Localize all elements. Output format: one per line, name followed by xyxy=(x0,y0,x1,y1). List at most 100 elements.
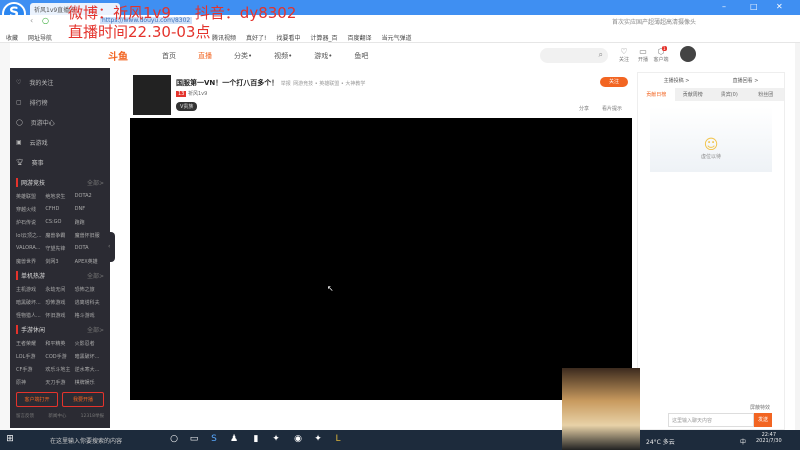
game-link[interactable]: 暗黑破坏... xyxy=(75,353,104,360)
weather[interactable]: 24°C 多云 xyxy=(646,437,675,446)
lol-icon[interactable]: L xyxy=(332,434,344,446)
chat-input[interactable]: 这里输入聊天内容 xyxy=(668,413,754,427)
video-player[interactable] xyxy=(130,118,632,400)
game-link[interactable]: 英雄联盟 xyxy=(16,193,45,200)
see-all-link[interactable]: 全部> xyxy=(87,271,104,280)
nav-yuba[interactable]: 鱼吧 xyxy=(354,51,368,61)
bookmark[interactable]: 计算器_百 xyxy=(310,33,337,42)
game-link[interactable]: 恐怖之旅 xyxy=(75,286,104,293)
game-link[interactable]: LOL手游 xyxy=(16,353,45,360)
tab-vip[interactable]: 贵宾(0) xyxy=(711,88,748,101)
report-tag[interactable]: 举报 xyxy=(281,81,291,87)
room-category[interactable]: 网游竞技 • 英雄联盟 • 大神教学 xyxy=(293,81,365,87)
report-link[interactable]: 12318举报 xyxy=(81,413,104,419)
game-link[interactable]: CS:GO xyxy=(45,219,74,226)
game-link[interactable]: 剑网3 xyxy=(45,258,74,265)
obs-icon[interactable]: ◉ xyxy=(292,434,304,446)
minimize-icon[interactable]: – xyxy=(722,2,726,11)
feedback-link[interactable]: 留言反馈 xyxy=(16,413,34,419)
game-link[interactable]: 怪物猎人... xyxy=(16,312,45,319)
vip-badge[interactable]: V贵族 xyxy=(176,102,198,111)
broadcast-nav[interactable]: ▭ 开播 xyxy=(635,47,651,63)
game-link[interactable]: 暗黑破坏... xyxy=(16,299,45,306)
nav-games[interactable]: 游戏• xyxy=(314,51,332,61)
game-link[interactable]: DOTA xyxy=(75,245,104,252)
bookmark[interactable]: 收藏 xyxy=(6,33,18,42)
game-link[interactable]: 永劫无间 xyxy=(45,286,74,293)
nav-category[interactable]: 分类• xyxy=(234,51,252,61)
block-effects-checkbox[interactable]: 屏蔽特效 xyxy=(750,404,770,411)
bookmark[interactable]: 当元气弹道 xyxy=(382,33,412,42)
site-search-input[interactable]: ⌕ xyxy=(540,48,608,63)
qq-icon[interactable]: ♟ xyxy=(228,434,240,446)
game-link[interactable]: CFHD xyxy=(45,206,74,213)
game-link[interactable]: 恐怖游戏 xyxy=(45,299,74,306)
taskbar-search[interactable]: 在这里输入你要搜索的内容 xyxy=(36,432,160,448)
bookmark[interactable]: 百度翻译 xyxy=(347,33,371,42)
open-client-button[interactable]: 客户端打开 xyxy=(16,392,58,407)
tips-button[interactable]: 看片提示 xyxy=(602,105,622,112)
windows-start-icon[interactable]: ⊞ xyxy=(4,434,16,446)
game-link[interactable]: DNF xyxy=(75,206,104,213)
game-link[interactable]: 逃离塔科夫 xyxy=(75,299,104,306)
sidebar-item-cloudgame[interactable]: ▣ 云游戏 xyxy=(16,132,104,152)
game-link[interactable]: 逆水寒大... xyxy=(75,366,104,373)
sidebar-item-ranking[interactable]: ▢ 排行榜 xyxy=(16,92,104,112)
send-button[interactable]: 发送 xyxy=(754,413,772,427)
game-link[interactable]: 和平精英 xyxy=(45,340,74,347)
cortana-icon[interactable]: ○ xyxy=(168,434,180,446)
browser-search-input[interactable]: 首次实应国产超薄超高清摄像头 xyxy=(612,17,712,26)
search-icon[interactable]: ⌕ xyxy=(599,50,603,60)
game-link[interactable]: 魔兽世界 xyxy=(16,258,45,265)
close-icon[interactable]: ✕ xyxy=(776,2,783,11)
game-link[interactable]: 绝地求生 xyxy=(45,193,74,200)
game-link[interactable]: COD手游 xyxy=(45,353,74,360)
follow-button[interactable]: 关注 xyxy=(600,77,628,87)
clock[interactable]: 22:47 2021/7/30 xyxy=(756,432,782,444)
start-broadcast-button[interactable]: 我要开播 xyxy=(62,392,104,407)
game-icon[interactable]: ✦ xyxy=(270,434,282,446)
bookmark[interactable]: 网址导航 xyxy=(28,33,52,42)
user-avatar[interactable] xyxy=(680,46,696,62)
streamer-posts-link[interactable]: 主播投稿 > xyxy=(664,77,690,84)
bookmark[interactable]: 找要看中 xyxy=(276,33,300,42)
share-button[interactable]: 分享 xyxy=(579,105,589,112)
task-view-icon[interactable]: ▭ xyxy=(188,434,200,446)
sogou-browser-icon[interactable]: S xyxy=(208,434,220,446)
game-link[interactable]: 怀旧游戏 xyxy=(45,312,74,319)
nav-home[interactable]: 首页 xyxy=(162,51,176,61)
follow-nav[interactable]: ♡ 关注 xyxy=(616,47,632,63)
tab-daily-rank[interactable]: 贡献日榜 xyxy=(638,88,675,101)
tab-fans[interactable]: 粉丝团 xyxy=(747,88,784,101)
news-link[interactable]: 新闻中心 xyxy=(48,413,66,419)
bookmark[interactable]: 腾讯视频 xyxy=(212,33,236,42)
game-link[interactable]: APEX英雄 xyxy=(75,258,104,265)
streamer-name[interactable]: 祈风1v9 xyxy=(188,91,207,97)
maximize-icon[interactable]: □ xyxy=(750,2,758,11)
refresh-icon[interactable]: ○ xyxy=(42,16,49,25)
sidebar-collapse-handle[interactable]: ‹ xyxy=(108,232,115,262)
game-link[interactable]: 原神 xyxy=(16,379,45,386)
game-link[interactable]: CF手游 xyxy=(16,366,45,373)
game-link[interactable]: 欢乐斗地主 xyxy=(45,366,74,373)
game-link[interactable]: 主机游戏 xyxy=(16,286,45,293)
bookmark[interactable]: 真好了! xyxy=(246,33,266,42)
game-link[interactable]: 火影忍者 xyxy=(75,340,104,347)
game-icon-2[interactable]: ✦ xyxy=(312,434,324,446)
see-all-link[interactable]: 全部> xyxy=(87,325,104,334)
game-link[interactable]: 魔兽争霸 xyxy=(45,232,74,239)
game-link[interactable]: 王者荣耀 xyxy=(16,340,45,347)
back-icon[interactable]: ‹ xyxy=(30,16,33,25)
game-link[interactable]: 守望先锋 xyxy=(45,245,74,252)
sidebar-item-events[interactable]: 🏆︎ 赛事 xyxy=(16,152,104,172)
ime-indicator[interactable]: 中 xyxy=(740,437,746,446)
app-icon[interactable]: ▮ xyxy=(250,434,262,446)
game-link[interactable]: 天刀手游 xyxy=(45,379,74,386)
game-link[interactable]: 格斗游戏 xyxy=(75,312,104,319)
game-link[interactable]: lol云顶之... xyxy=(16,232,45,239)
streamer-avatar[interactable] xyxy=(133,75,171,115)
game-link[interactable]: DOTA2 xyxy=(75,193,104,200)
game-link[interactable]: 棋牌娱乐 xyxy=(75,379,104,386)
nav-live[interactable]: 直播 xyxy=(198,51,212,61)
nav-video[interactable]: 视频• xyxy=(274,51,292,61)
